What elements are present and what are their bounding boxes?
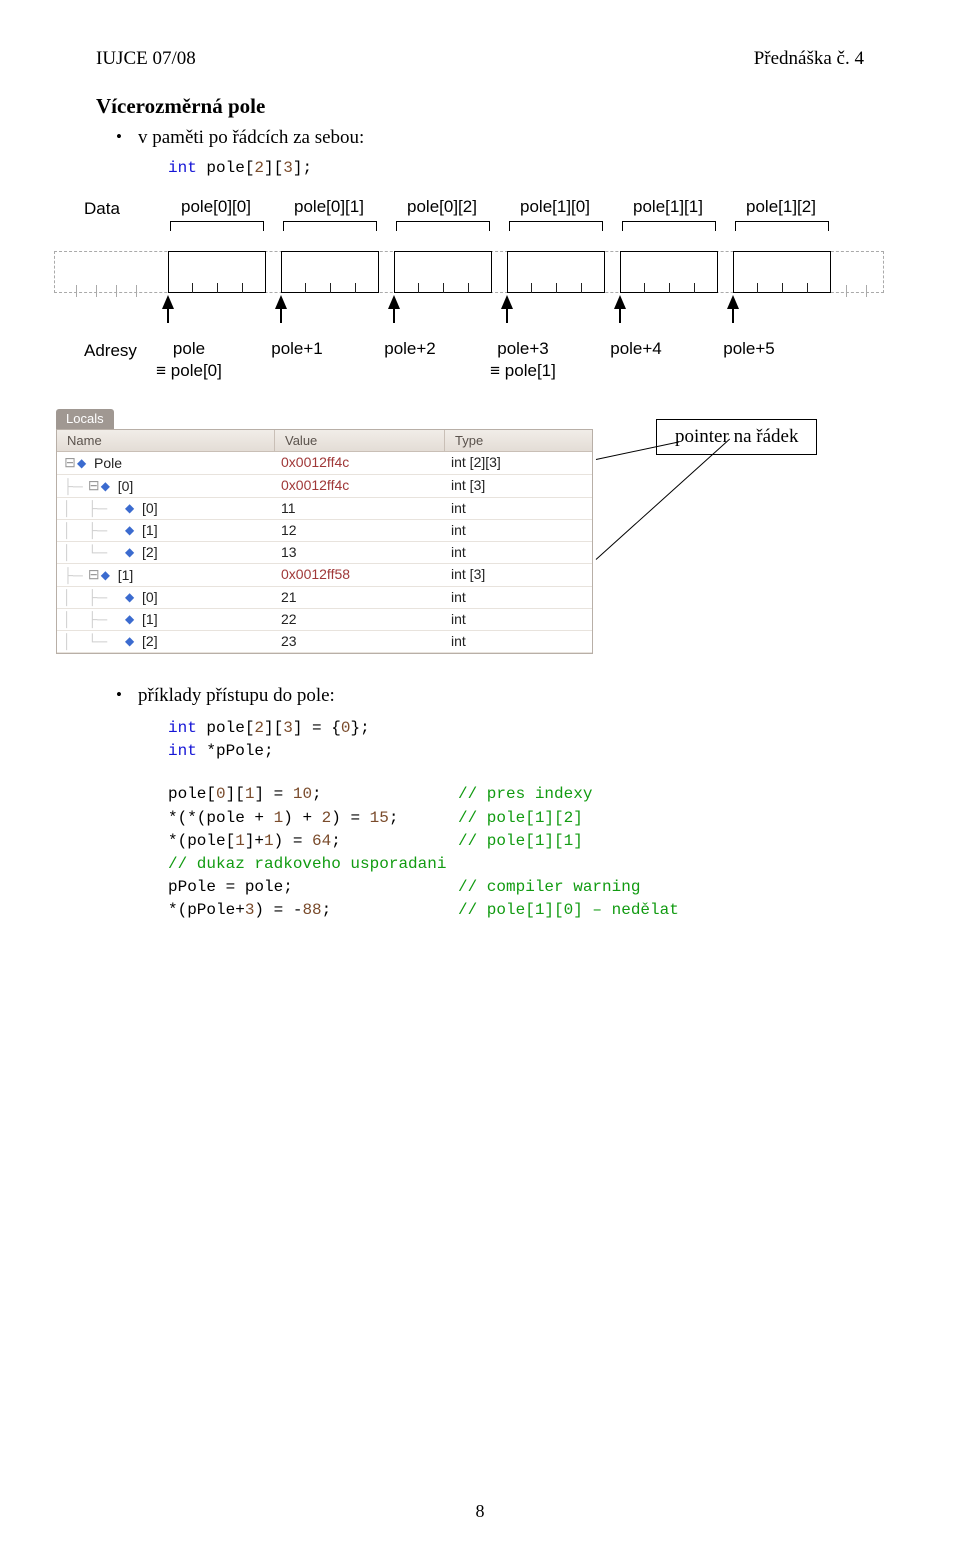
idx-1: pole[0][1] xyxy=(279,197,379,217)
table-row: │ ├─ ◆[1]12int xyxy=(57,520,592,542)
table-row: │ └─ ◆[2]13int xyxy=(57,542,592,564)
variable-icon: ◆ xyxy=(101,568,115,582)
idx-5: pole[1][2] xyxy=(731,197,831,217)
variable-icon: ◆ xyxy=(125,545,139,559)
table-row: │ ├─ ◆[0]21int xyxy=(57,587,592,609)
col-type: Type xyxy=(445,430,592,452)
variable-icon: ◆ xyxy=(77,456,91,470)
variable-icon: ◆ xyxy=(125,501,139,515)
table-row: ├─ ⊟◆[1]0x0012ff58int [3] xyxy=(57,564,592,587)
variable-icon: ◆ xyxy=(125,523,139,537)
header-right: Přednáška č. 4 xyxy=(754,48,864,70)
addr-5-a: pole+5 xyxy=(704,339,794,359)
col-name: Name xyxy=(57,430,275,452)
table-row: │ ├─ ◆[0]11int xyxy=(57,498,592,520)
bullet-item-2: příklady přístupu do pole: xyxy=(138,685,864,707)
addr-3-b: ≡ pole[1] xyxy=(468,361,578,381)
variable-icon: ◆ xyxy=(125,634,139,648)
addr-3-a: pole+3 xyxy=(478,339,568,359)
table-row: │ ├─ ◆[1]22int xyxy=(57,609,592,631)
tree-toggle-icon[interactable]: ⊟ xyxy=(87,566,101,583)
idx-3: pole[1][0] xyxy=(505,197,605,217)
bullet-item-1: v paměti po řádcích za sebou: xyxy=(138,127,864,149)
addr-4-a: pole+4 xyxy=(591,339,681,359)
debugger-header: Name Value Type xyxy=(57,430,592,452)
pointer-note: pointer na řádek xyxy=(656,419,817,455)
variable-icon: ◆ xyxy=(125,590,139,604)
bullet-list-2: příklady přístupu do pole: xyxy=(96,685,864,707)
addr-2-a: pole+2 xyxy=(365,339,455,359)
addr-1-a: pole+1 xyxy=(252,339,342,359)
debugger-panel: Locals Name Value Type ⊟◆Pole0x0012ff4ci… xyxy=(56,409,596,654)
tree-toggle-icon[interactable]: ⊟ xyxy=(63,454,77,471)
table-row: ⊟◆Pole0x0012ff4cint [2][3] xyxy=(57,452,592,475)
memory-diagram: Data Adresy pole[0][0] pole[0][1] pole[0… xyxy=(84,193,864,393)
page-number: 8 xyxy=(0,1501,960,1522)
section-title: Vícerozměrná pole xyxy=(96,94,864,119)
table-row: │ └─ ◆[2]23int xyxy=(57,631,592,653)
idx-0: pole[0][0] xyxy=(166,197,266,217)
idx-2: pole[0][2] xyxy=(392,197,492,217)
variable-icon: ◆ xyxy=(101,479,115,493)
decl-line: int pole[2][3]; xyxy=(168,159,864,177)
idx-4: pole[1][1] xyxy=(618,197,718,217)
diagram-data-label: Data xyxy=(84,199,120,219)
addr-0-a: pole xyxy=(144,339,234,359)
variable-icon: ◆ xyxy=(125,612,139,626)
bullet-list-1: v paměti po řádcích za sebou: xyxy=(96,127,864,149)
diagram-addr-label: Adresy xyxy=(84,341,137,361)
tree-toggle-icon[interactable]: ⊟ xyxy=(87,477,101,494)
table-row: ├─ ⊟◆[0]0x0012ff4cint [3] xyxy=(57,475,592,498)
header-left: IUJCE 07/08 xyxy=(96,48,196,70)
addr-0-b: ≡ pole[0] xyxy=(134,361,244,381)
debugger-tab: Locals xyxy=(56,409,114,429)
col-value: Value xyxy=(275,430,445,452)
code-block: int pole[2][3] = {0}; int *pPole; pole[0… xyxy=(168,717,864,923)
